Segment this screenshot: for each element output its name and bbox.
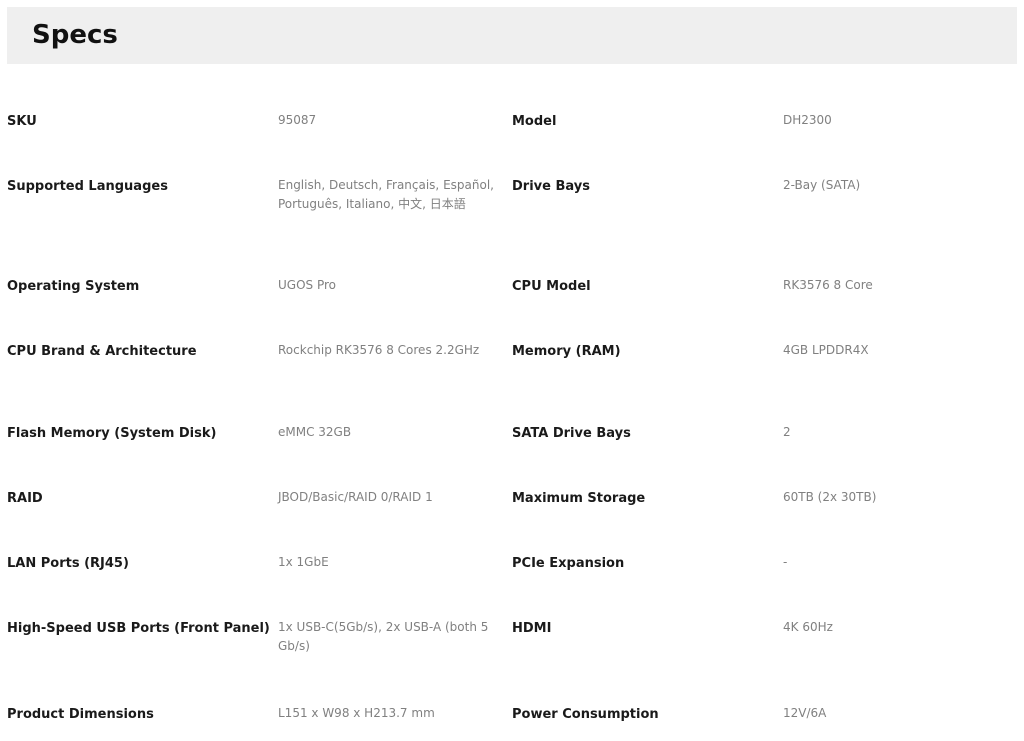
specs-header: Specs	[7, 7, 1017, 64]
spec-label: Power Consumption	[512, 707, 659, 722]
spec-value: 95087	[278, 113, 317, 127]
spec-value: 1x 1GbE	[278, 555, 329, 569]
spec-label: Supported Languages	[7, 179, 168, 194]
spec-value: 4GB LPDDR4X	[783, 343, 869, 357]
spec-value: 1x USB-C(5Gb/s), 2x USB-A (both 5Gb/s)	[278, 620, 489, 653]
spec-value: 60TB (2x 30TB)	[783, 490, 877, 504]
spec-value: eMMC 32GB	[278, 425, 352, 439]
spec-label: High-Speed USB Ports (Front Panel)	[7, 621, 270, 636]
spec-value: 2-Bay (SATA)	[783, 178, 861, 192]
spec-value: English, Deutsch, Français, Español, Por…	[278, 178, 494, 211]
spec-label: CPU Brand & Architecture	[7, 344, 197, 359]
spec-value: UGOS Pro	[278, 278, 336, 292]
spec-label: SKU	[7, 114, 37, 129]
spec-label: Maximum Storage	[512, 491, 646, 506]
spec-value: JBOD/Basic/RAID 0/RAID 1	[278, 490, 433, 504]
spec-value: Rockchip RK3576 8 Cores 2.2GHz	[278, 343, 480, 357]
spec-value: RK3576 8 Core	[783, 278, 873, 292]
spec-label: PCIe Expansion	[512, 556, 625, 571]
spec-label: RAID	[7, 491, 43, 506]
spec-label: Operating System	[7, 279, 140, 294]
spec-value: L151 x W98 x H213.7 mm	[278, 706, 435, 720]
spec-label: Product Dimensions	[7, 707, 154, 722]
spec-label: HDMI	[512, 621, 552, 636]
section-title: Specs	[32, 20, 118, 50]
spec-label: Flash Memory (System Disk)	[7, 426, 217, 441]
spec-value: -	[783, 555, 788, 569]
spec-label: CPU Model	[512, 279, 591, 294]
spec-label: Model	[512, 114, 557, 129]
spec-value: 2	[783, 425, 791, 439]
spec-label: Memory (RAM)	[512, 344, 621, 359]
spec-label: SATA Drive Bays	[512, 426, 631, 441]
spec-value: 4K 60Hz	[783, 620, 833, 634]
spec-value: 12V/6A	[783, 706, 827, 720]
spec-label: LAN Ports (RJ45)	[7, 556, 129, 571]
spec-label: Drive Bays	[512, 179, 590, 194]
spec-value: DH2300	[783, 113, 832, 127]
